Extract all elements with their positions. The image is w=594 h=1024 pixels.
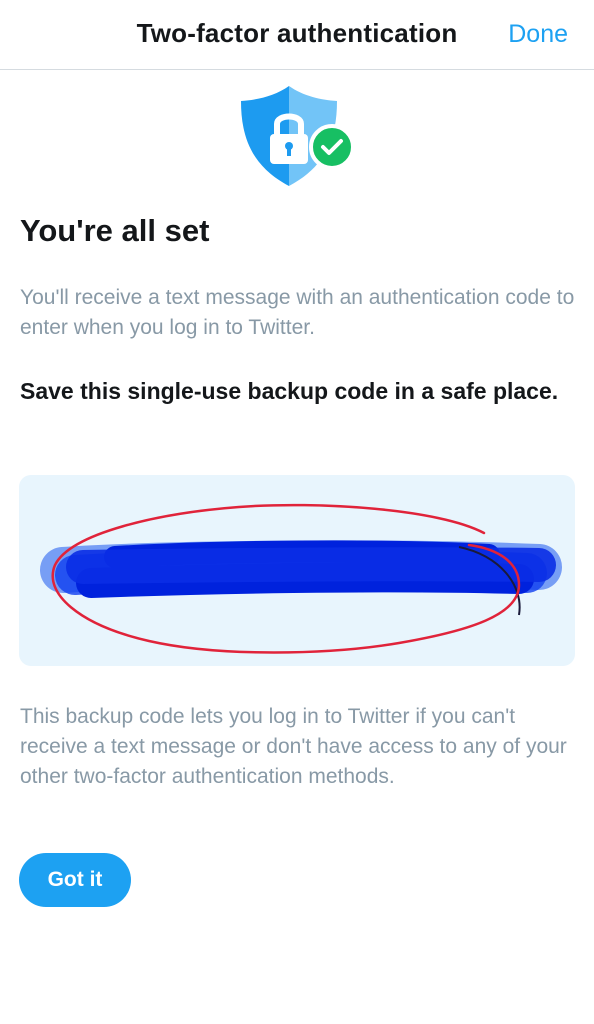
page-title: Two-factor authentication <box>136 18 458 48</box>
got-it-button[interactable]: Got it <box>19 853 131 907</box>
backup-code-box[interactable] <box>19 475 575 666</box>
shield-lock-icon <box>237 84 357 190</box>
redaction-scribble <box>40 503 562 654</box>
backup-code-explanation: This backup code lets you log in to Twit… <box>20 705 567 788</box>
save-backup-note: Save this single-use backup code in a sa… <box>20 378 559 404</box>
top-bar: Two-factor authentication Done <box>0 0 594 70</box>
check-badge-icon <box>309 124 355 170</box>
done-button[interactable]: Done <box>508 20 568 49</box>
redaction-marks <box>40 540 562 598</box>
sms-description: You'll receive a text message with an au… <box>20 286 575 339</box>
success-heading: You're all set <box>20 213 210 248</box>
